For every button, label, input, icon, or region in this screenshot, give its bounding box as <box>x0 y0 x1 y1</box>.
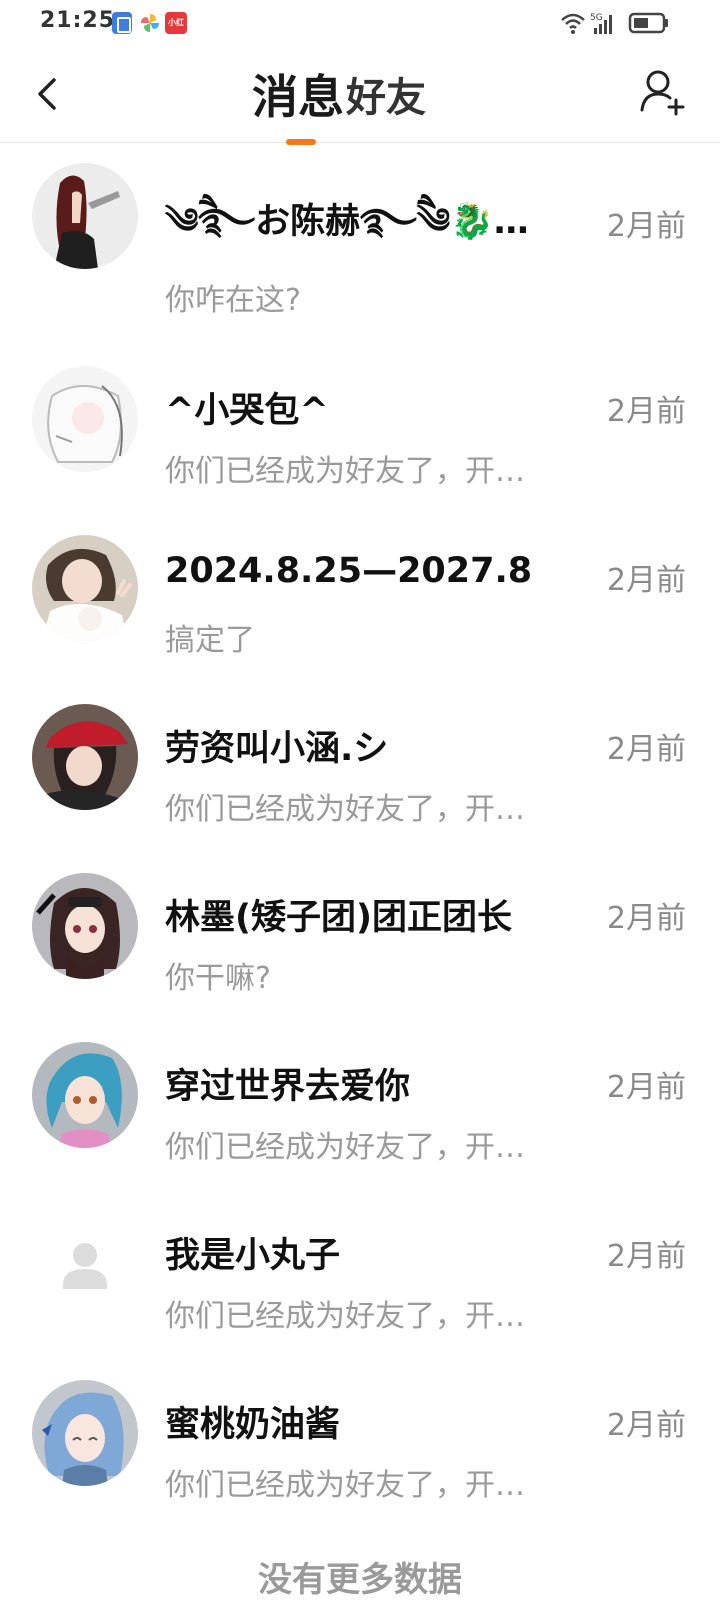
conversation-preview: 你们已经成为好友了，开… <box>165 792 525 827</box>
avatar-girl-photo-icon[interactable] <box>32 535 138 641</box>
avatar-dark-hair-icon[interactable] <box>32 163 138 269</box>
status-time: 21:25 <box>40 8 116 33</box>
avatar-light-sketch-icon[interactable] <box>32 366 138 472</box>
add-friend-button[interactable] <box>638 68 686 116</box>
conversation-time: 2月前 <box>606 209 686 244</box>
pinwheel-notification-icon <box>140 12 159 34</box>
avatar-red-cap-icon[interactable] <box>32 704 138 810</box>
avatar-default-user-icon[interactable] <box>32 1211 138 1317</box>
conversation-list: ༄ཻ࿐お陈赫࿐ཻ༄🐉… 你咋在这? 2月前 ^小哭包^ 你们已经成为好友了，开…… <box>0 143 720 1529</box>
avatar-anime-dark-icon[interactable] <box>32 873 138 979</box>
avatar-anime-light-blue-icon[interactable] <box>32 1380 138 1486</box>
file-manager-notification-icon <box>112 12 132 34</box>
conversation-time: 2月前 <box>606 901 686 936</box>
status-right-icons: 5G <box>560 10 680 36</box>
conversation-preview: 你们已经成为好友了，开… <box>165 454 525 489</box>
no-more-data-label: 没有更多数据 <box>258 1560 462 1600</box>
conversation-time: 2月前 <box>606 1408 686 1443</box>
conversation-preview: 你们已经成为好友了，开… <box>165 1299 525 1334</box>
chevron-left-icon <box>38 78 56 110</box>
add-user-icon <box>640 70 685 116</box>
conversation-time: 2月前 <box>606 563 686 598</box>
list-item[interactable]: 我是小丸子 你们已经成为好友了，开… 2月前 <box>0 1191 720 1360</box>
list-item[interactable]: 劳资叫小涵.シ 你们已经成为好友了，开… 2月前 <box>0 684 720 853</box>
conversation-preview: 你们已经成为好友了，开… <box>165 1468 525 1503</box>
conversation-name: 林墨(矮子团)团正团长 <box>165 898 512 938</box>
conversation-time: 2月前 <box>606 1239 686 1274</box>
conversation-name: ༄ཻ࿐お陈赫࿐ཻ༄🐉… <box>165 202 529 242</box>
battery-icon <box>628 12 668 34</box>
conversation-name: 穿过世界去爱你 <box>165 1067 411 1107</box>
list-item[interactable]: 2024.8.25—2027.8 搞定了 2月前 <box>0 515 720 684</box>
xiaohongshu-notification-icon: 小红书 <box>165 12 187 49</box>
top-nav: 消息 好友 <box>0 48 720 145</box>
back-button[interactable] <box>28 74 68 114</box>
conversation-preview: 你咋在这? <box>165 283 301 318</box>
network-label: 5G <box>590 13 603 23</box>
conversation-name: 蜜桃奶油酱 <box>165 1405 341 1445</box>
conversation-name: 我是小丸子 <box>165 1236 341 1276</box>
tab-messages[interactable]: 消息 <box>252 61 344 145</box>
tab-messages-label: 消息 <box>252 70 344 124</box>
conversation-name: ^小哭包^ <box>165 391 329 431</box>
list-item[interactable]: 穿过世界去爱你 你们已经成为好友了，开… 2月前 <box>0 1022 720 1191</box>
conversation-preview: 你们已经成为好友了，开… <box>165 1130 525 1165</box>
list-item[interactable]: 林墨(矮子团)团正团长 你干嘛? 2月前 <box>0 853 720 1022</box>
conversation-name: 2024.8.25—2027.8 <box>165 551 533 591</box>
tab-bar: 消息 好友 <box>252 58 426 145</box>
list-item[interactable]: ^小哭包^ 你们已经成为好友了，开… 2月前 <box>0 346 720 515</box>
conversation-preview: 你干嘛? <box>165 961 271 996</box>
avatar-anime-blue-icon[interactable] <box>32 1042 138 1148</box>
list-item[interactable]: ༄ཻ࿐お陈赫࿐ཻ༄🐉… 你咋在这? 2月前 <box>0 143 720 346</box>
wifi-icon <box>561 13 585 29</box>
conversation-time: 2月前 <box>606 394 686 429</box>
status-bar: 21:25 小红书 5G <box>0 0 720 49</box>
conversation-time: 2月前 <box>606 732 686 767</box>
tab-friends[interactable]: 好友 <box>346 65 426 131</box>
conversation-time: 2月前 <box>606 1070 686 1105</box>
conversation-preview: 搞定了 <box>165 623 255 658</box>
list-item[interactable]: 蜜桃奶油酱 你们已经成为好友了，开… 2月前 <box>0 1360 720 1529</box>
conversation-name: 劳资叫小涵.シ <box>165 729 389 769</box>
